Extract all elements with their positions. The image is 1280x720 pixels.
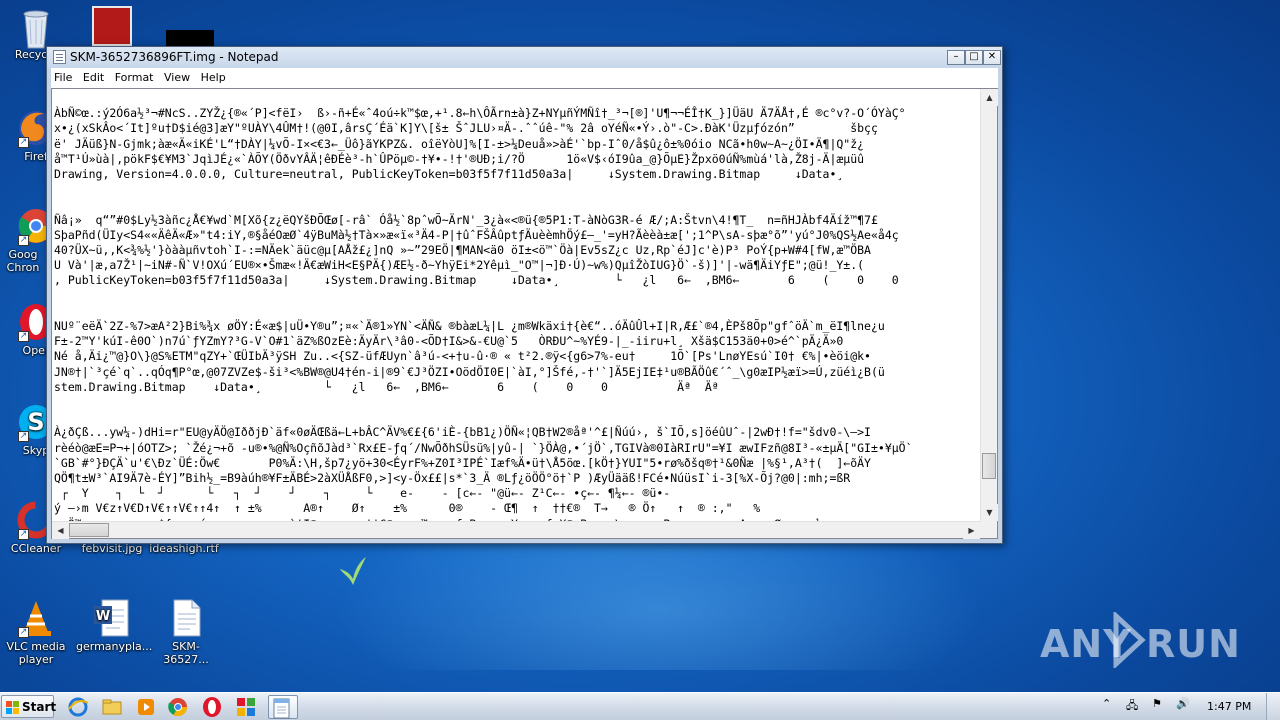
tray-volume-icon[interactable]: 🔊 (1176, 697, 1192, 713)
taskbar-explorer[interactable] (100, 695, 128, 719)
media-player-icon (138, 699, 154, 715)
text-line: `GB`#°}ÐÇÄ`u'€\Ðz`ÜÉ:Öw€ P0%Ä:\H,šp7¿yö+… (54, 455, 871, 470)
desktop-icon-label: SKM-36527... (163, 640, 209, 666)
close-button[interactable]: ✕ (983, 50, 1001, 65)
text-line (54, 91, 980, 106)
text-line: , PublicKeyToken=b03f5f7f11d50a3a| ↓Syst… (54, 273, 899, 288)
taskbar-chrome[interactable] (166, 695, 194, 719)
title-bar[interactable]: SKM-3652736896FT.img - Notepad – □ ✕ (47, 47, 1002, 68)
desktop-icon-pdf[interactable] (76, 6, 148, 48)
notepad-window[interactable]: SKM-3652736896FT.img - Notepad – □ ✕ Fil… (46, 46, 1003, 544)
horizontal-scrollbar[interactable]: ◀ ▶ (52, 521, 980, 539)
explorer-icon (102, 699, 122, 715)
text-line: stem.Drawing.Bitmap ↓Data•¸ └ ¿l 6← ,BM6… (54, 379, 719, 394)
taskbar-media-player[interactable] (134, 695, 162, 719)
anyrun-watermark: ANY RUN (1040, 612, 1240, 668)
text-line: ┌ Y ┐ └ ┘ └ ┐ ┘ ┘ ┐ └ e- - [c←- "@ü←- Z¹… (54, 486, 671, 501)
scroll-right-arrow-icon[interactable]: ▶ (963, 522, 980, 539)
text-line: NUº¨eëÄ`2Z-%7>æA²2}Bi%¾x øÖY:É«æ$|uÜ•Y®u… (54, 319, 885, 334)
desktop-icon-label: germanypla... (76, 640, 153, 653)
vertical-scroll-thumb[interactable] (982, 453, 996, 479)
taskbar-notepad[interactable] (268, 695, 298, 719)
text-line (54, 197, 980, 212)
scroll-up-arrow-icon[interactable]: ▲ (981, 89, 998, 106)
play-logo-icon (1113, 612, 1146, 668)
text-line: QÖ¶t±W³`AI9Ä7è-ÉY]”Bih½_=B9àúh®¥F±ÄBÉ>2à… (54, 471, 851, 486)
editor[interactable]: ÀbÑ©œ.:ý2Ó6a½³¬#NcS..ZYŽ¿{®«´P]<fëI› ß›-… (51, 88, 998, 539)
start-button[interactable]: Start (1, 695, 57, 718)
windows-flag-icon (6, 701, 19, 714)
text-line: ë' JÄüß}N-Gjmk;àæ«Ä«iKÉ'L“†DÀY|¼vÕ-I×<€3… (54, 136, 865, 151)
notepad-icon (273, 698, 290, 719)
vertical-scrollbar[interactable]: ▲ ▼ (980, 89, 998, 521)
menu-bar: File Edit Format View Help (51, 68, 998, 88)
desktop-icon-germanypla[interactable]: W germanypla... (76, 598, 153, 653)
maximize-button[interactable]: □ (965, 50, 983, 65)
chrome-icon (168, 698, 187, 717)
menu-help[interactable]: Help (198, 68, 230, 84)
opera-icon (203, 697, 221, 717)
taskbar-app[interactable] (234, 695, 262, 719)
desktop-icon-skm-img[interactable]: SKM-36527... (150, 598, 222, 666)
tray-flag-icon[interactable]: ⚑ (1152, 697, 1168, 713)
text-line: x•¿(xSkÂo<´It]ºu†D$ié@3]æY"ºUÀY\4ÛM†!(@0… (54, 121, 878, 136)
img-file-icon (166, 598, 206, 638)
text-line: F±-2™Y'kúI-ê0O`)n7ú`ƒYZmY?³G-V`O#1`äZ%ßO… (54, 334, 844, 349)
text-line: U Và'|æ,a7Ž¹|~iN#-Ñ`V!OXú´EU®×•Šmæ«!Ä€æW… (54, 258, 865, 273)
horizontal-scroll-thumb[interactable] (69, 523, 109, 537)
scrollbar-corner (980, 521, 997, 538)
show-desktop-button[interactable] (1266, 693, 1280, 720)
recycle-bin-icon (16, 6, 56, 49)
tray-network-icon[interactable]: 🖧 (1126, 697, 1142, 713)
text-line: 40?ÜX~ü,,K<¾%½'}òààµñvtoh`I-:=NÄek`äüc@µ… (54, 243, 871, 258)
taskbar: Start ⌃ 🖧 ⚑ 🔊 1:47 PM (0, 692, 1280, 720)
text-line (54, 289, 980, 304)
menu-edit[interactable]: Edit (80, 68, 108, 84)
desktop-icon-label: VLC media player (6, 640, 66, 666)
ie-icon (68, 697, 89, 717)
minimize-button[interactable]: – (947, 50, 965, 65)
text-line: À¿ðÇß...yw¼-)dHi=r"EU@yÄÖ@IððjÐ`äf«0øÄŒß… (54, 425, 871, 440)
menu-view[interactable]: View (161, 68, 194, 84)
text-line (54, 304, 980, 319)
window-title: SKM-3652736896FT.img - Notepad (70, 50, 279, 64)
text-line: Drawing, Version=4.0.0.0, Culture=neutra… (54, 167, 844, 182)
text-line: JN®†|`³çé`q`..qÓq¶P°œ,@07ZVZe$-ši³<%BW®@… (54, 364, 885, 379)
notepad-icon (53, 50, 66, 64)
text-line (54, 410, 980, 425)
text-line: å™T¹Ú»ùà|,pökF$€¥M3`JqìJÉ¿«`ÀÕY(ÖðvYÂÄ¦ê… (54, 151, 865, 166)
wallpaper-logo-icon (340, 557, 366, 585)
text-line: SþaPñd(ÜIy<S4««ÄêÄ«Æ»"t4:iY,®§åéOæØ`4ÿBu… (54, 227, 899, 242)
app-icon (237, 698, 255, 716)
svg-text:S: S (27, 408, 44, 436)
text-line: ý —›m V€z↑V€D↑V€↑↑V€↑↑4↑ ↑ ±% A®↑ Ø↑ ±% … (54, 501, 761, 516)
text-line: Ñâ¡» q“”#0$Ly½3àñc¿Å€¥wd`M[Xõ{z¿ëQYšÐÕŒø… (54, 212, 878, 227)
taskbar-ie[interactable] (66, 695, 94, 719)
text-line: rèéò@æE=P¬+|óOTZ>; `Žé¿¬+õ -u®•%@Ñ%OçñõJ… (54, 440, 913, 455)
watermark-right: RUN (1146, 622, 1241, 666)
vlc-icon: ↗ (16, 598, 56, 638)
text-line: Né å,Äi¿™@}O\}@S%ETM"qZY+`ŒÜIbÄ³ÿSH Zu..… (54, 349, 871, 364)
tray-chevron-up-icon[interactable]: ⌃ (1102, 697, 1118, 713)
svg-text:W: W (96, 609, 110, 624)
menu-file[interactable]: File (51, 68, 76, 84)
taskbar-opera[interactable] (200, 695, 228, 719)
text-line (54, 395, 980, 410)
text-line: ÀbÑ©œ.:ý2Ó6a½³¬#NcS..ZYŽ¿{®«´P]<fëI› ß›-… (54, 106, 906, 121)
word-doc-icon: W (92, 598, 132, 638)
clock[interactable]: 1:47 PM (1207, 700, 1251, 713)
start-label: Start (22, 700, 57, 714)
text-area[interactable]: ÀbÑ©œ.:ý2Ó6a½³¬#NcS..ZYŽ¿{®«´P]<fëI› ß›-… (52, 89, 980, 521)
scroll-down-arrow-icon[interactable]: ▼ (981, 504, 998, 521)
menu-format[interactable]: Format (112, 68, 158, 84)
pdf-reader-icon (92, 6, 132, 46)
desktop-icon-vlc[interactable]: ↗ VLC media player (0, 598, 72, 666)
desktop-icon-label: Goog Chron (6, 248, 40, 274)
text-line (54, 182, 980, 197)
scroll-left-arrow-icon[interactable]: ◀ (52, 522, 69, 539)
